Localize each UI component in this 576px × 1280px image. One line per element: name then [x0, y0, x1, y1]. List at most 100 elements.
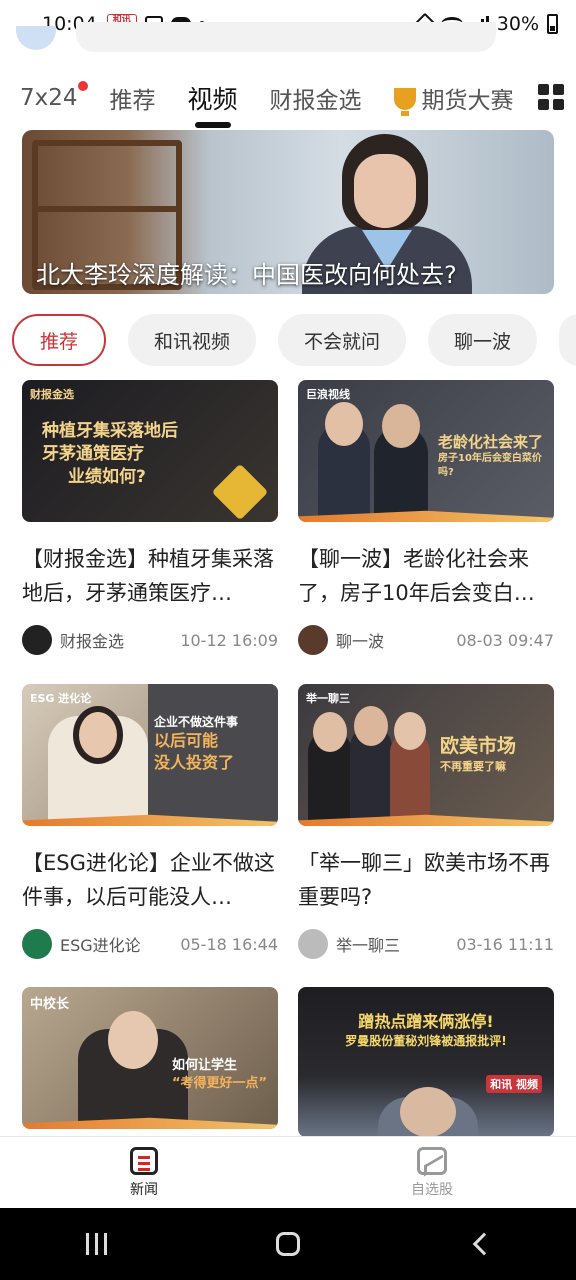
system-nav-bar [0, 1208, 576, 1280]
battery-icon [547, 14, 558, 34]
featured-banner[interactable]: 北大李玲深度解读：中国医改向何处去? [22, 130, 554, 294]
bottom-nav: 新闻 自选股 [0, 1136, 576, 1208]
tab-earnings[interactable]: 财报金选 [270, 81, 362, 115]
thumb-tag: ESG 进化论 [30, 692, 92, 705]
card-time: 08-03 09:47 [456, 630, 554, 650]
chip-recommend[interactable]: 推荐 [12, 314, 107, 366]
chip-more[interactable] [559, 314, 576, 366]
chip-hexun-video[interactable]: 和讯视频 [128, 314, 257, 366]
nav-watchlist[interactable]: 自选股 [288, 1137, 576, 1208]
stock-chart-icon [417, 1146, 447, 1175]
nav-news[interactable]: 新闻 [0, 1137, 288, 1208]
thumb-text-line: 蹭热点蹭来俩涨停! [358, 1012, 494, 1031]
video-thumbnail: 蹭热点蹭来俩涨停! 罗曼股份董秘刘锋被通报批评! 和讯 视频 [298, 987, 554, 1137]
tab-video[interactable]: 视频 [188, 80, 238, 116]
source-avatar [22, 625, 52, 655]
thumb-text-line: 老龄化社会来了 [438, 433, 544, 451]
video-thumbnail: 巨浪视线 老龄化社会来了 房子10年后会变白菜价吗? [298, 380, 554, 522]
thumb-text-line: 如何让学生 [172, 1058, 238, 1073]
back-icon [472, 1232, 496, 1256]
thumb-text-line: 以后可能 [154, 731, 219, 751]
video-thumbnail: ESG 进化论 企业不做这件事 以后可能 没人投资了 [22, 684, 278, 826]
card-meta: 聊一波 08-03 09:47 [298, 624, 554, 656]
thumb-text-line: 房子10年后会变白菜价吗? [438, 453, 542, 478]
thumb-tag: 中校长 [30, 997, 70, 1012]
tab-label: 推荐 [109, 88, 156, 114]
home-button[interactable] [258, 1224, 318, 1264]
card-meta: ESG进化论 05-18 16:44 [22, 928, 278, 960]
thumb-text-line: 罗曼股份董秘刘锋被通报批评! [345, 1033, 507, 1048]
thumb-text-line: “考得更好一点” [172, 1075, 268, 1091]
card-time: 03-16 11:11 [456, 934, 554, 954]
thumb-text-line: 种植牙集采落地后 [42, 421, 178, 441]
banner-title: 北大李玲深度解读：中国医改向何处去? [36, 261, 457, 289]
video-card[interactable]: ESG 进化论 企业不做这件事 以后可能 没人投资了 【ESG进化论】企业不做这… [22, 684, 278, 960]
video-card[interactable]: 举一聊三 欧美市场 不再重要了嘛 「举一聊三」欧美市场不再重要吗? 举一聊三 0… [298, 684, 554, 960]
card-meta: 举一聊三 03-16 11:11 [298, 928, 554, 960]
source-avatar [298, 929, 328, 959]
tab-label: 7x24 [20, 85, 78, 111]
video-card[interactable]: 巨浪视线 老龄化社会来了 房子10年后会变白菜价吗? 【聊一波】老龄化社会来了，… [298, 380, 554, 656]
tab-label: 财报金选 [269, 88, 362, 114]
person-image [318, 402, 370, 522]
tab-label: 视频 [187, 85, 238, 114]
card-source: 举一聊三 [336, 936, 401, 955]
video-thumbnail: 中校长 如何让学生 “考得更好一点” [22, 987, 278, 1129]
user-avatar-icon[interactable] [16, 26, 56, 50]
red-dot-badge [77, 81, 88, 91]
person-image [378, 1087, 478, 1137]
person-image [48, 706, 148, 826]
thumb-tag: 和讯 视频 [486, 1075, 542, 1093]
tab-futures-contest[interactable]: 期货大赛 [393, 81, 514, 116]
video-thumbnail: 举一聊三 欧美市场 不再重要了嘛 [298, 684, 554, 826]
card-source: 财报金选 [60, 632, 125, 651]
card-time: 10-12 16:09 [180, 630, 278, 650]
tab-7x24[interactable]: 7x24 [20, 81, 88, 111]
thumb-text-line: 企业不做这件事 [154, 715, 239, 729]
search-input[interactable] [76, 22, 496, 52]
nav-label: 自选股 [411, 1181, 453, 1198]
source-avatar [298, 625, 328, 655]
thumb-text-line: 欧美市场 [440, 735, 517, 757]
card-meta: 财报金选 10-12 16:09 [22, 624, 278, 656]
person-image [390, 712, 430, 826]
trophy-icon [393, 88, 416, 116]
chip-ask[interactable]: 不会就问 [278, 314, 407, 366]
thumb-tag: 财报金选 [30, 388, 74, 401]
thumb-tag: 举一聊三 [306, 692, 350, 705]
thumb-text-line: 没人投资了 [154, 752, 235, 772]
video-card[interactable]: 蹭热点蹭来俩涨停! 罗曼股份董秘刘锋被通报批评! 和讯 视频 [298, 987, 554, 1137]
card-title: 【聊一波】老龄化社会来了，房子10年后会变白… [298, 547, 535, 605]
card-time: 05-18 16:44 [180, 934, 278, 954]
news-icon [130, 1146, 158, 1175]
recents-icon [85, 1233, 107, 1255]
source-avatar [22, 929, 52, 959]
card-source: ESG进化论 [60, 936, 141, 955]
chip-chat[interactable]: 聊一波 [428, 314, 538, 366]
grid-menu-icon[interactable] [538, 84, 564, 110]
card-source: 聊一波 [336, 632, 385, 651]
tab-recommend[interactable]: 推荐 [110, 81, 156, 115]
video-thumbnail: 财报金选 种植牙集采落地后 牙茅通策医疗 业绩如何? [22, 380, 278, 522]
video-card[interactable]: 财报金选 种植牙集采落地后 牙茅通策医疗 业绩如何? 【财报金选】种植牙集采落地… [22, 380, 278, 656]
back-button[interactable] [450, 1224, 510, 1264]
nav-label: 新闻 [130, 1181, 158, 1198]
thumb-tag: 巨浪视线 [306, 388, 350, 401]
category-chips: 推荐 和讯视频 不会就问 聊一波 [12, 314, 576, 366]
card-title: 【财报金选】种植牙集采落地后，牙茅通策医疗… [22, 547, 274, 605]
thumb-text-line: 牙茅通策医疗 [42, 443, 144, 464]
person-image [374, 404, 428, 522]
home-icon [276, 1232, 300, 1256]
thumb-text-line: 不再重要了嘛 [440, 759, 506, 773]
person-image [350, 706, 392, 826]
top-tabs: 7x24 推荐 视频 财报金选 期货大赛 [0, 72, 576, 124]
recents-button[interactable] [66, 1224, 126, 1264]
person-image [308, 712, 352, 826]
card-title: 【ESG进化论】企业不做这件事，以后可能没人… [22, 851, 275, 909]
tab-label: 期货大赛 [421, 88, 514, 114]
gold-crystal-graphic [211, 463, 269, 521]
card-title: 「举一聊三」欧美市场不再重要吗? [298, 851, 550, 909]
search-bar [14, 22, 536, 54]
video-card[interactable]: 中校长 如何让学生 “考得更好一点” [22, 987, 278, 1129]
thumb-text-line: 业绩如何? [68, 466, 146, 487]
